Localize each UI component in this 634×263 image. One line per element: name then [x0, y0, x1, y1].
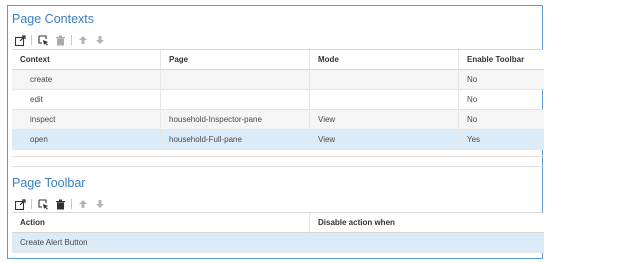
move-down-icon[interactable]: [94, 34, 106, 46]
mode-cell: [310, 70, 459, 89]
toolbar-separator: [31, 35, 32, 45]
export-icon[interactable]: [14, 198, 26, 210]
page-cell: household-Full-pane: [161, 130, 310, 149]
page-cell: [161, 70, 310, 89]
column-header-mode[interactable]: Mode: [310, 50, 459, 69]
column-header-action[interactable]: Action: [12, 213, 310, 232]
select-icon[interactable]: [37, 34, 49, 46]
disable-when-cell: [310, 233, 544, 252]
contexts-toolbar: [14, 34, 111, 46]
enable-toolbar-cell: Yes: [467, 135, 481, 144]
enable-toolbar-cell: No: [467, 95, 478, 104]
context-cell: open: [12, 130, 161, 149]
enable-toolbar-cell: No: [467, 115, 478, 124]
export-icon[interactable]: [14, 34, 26, 46]
select-icon[interactable]: [37, 198, 49, 210]
contexts-table: Context Page Mode Enable Toolbar create …: [12, 49, 544, 150]
delete-icon[interactable]: [54, 198, 66, 210]
column-header-disable-action-when[interactable]: Disable action when: [310, 213, 544, 232]
table-header-row: Context Page Mode Enable Toolbar: [12, 50, 544, 70]
toolbar-separator: [71, 35, 72, 45]
column-header-context[interactable]: Context: [12, 50, 161, 69]
mode-cell: View: [310, 110, 459, 129]
table-row-selected[interactable]: Create Alert Button: [12, 233, 544, 253]
page-cell: household-Inspector-pane: [161, 110, 310, 129]
context-cell: inspect: [12, 110, 161, 129]
column-header-enable-toolbar[interactable]: Enable Toolbar: [459, 50, 544, 69]
move-up-icon[interactable]: [77, 34, 89, 46]
section-divider: [12, 166, 544, 167]
mode-cell: [310, 90, 459, 109]
context-cell: edit: [12, 90, 161, 109]
move-up-icon[interactable]: [77, 198, 89, 210]
page-toolbar-title: Page Toolbar: [12, 176, 86, 190]
enable-toolbar-cell: No: [467, 75, 478, 84]
page-toolbar-toolbar: [14, 198, 111, 210]
page-contexts-title: Page Contexts: [12, 12, 94, 26]
page-toolbar-table: Action Disable action when Create Alert …: [12, 212, 544, 253]
section-divider: [12, 156, 544, 157]
delete-icon[interactable]: [54, 34, 66, 46]
table-row[interactable]: inspect household-Inspector-pane View No: [12, 110, 544, 130]
toolbar-separator: [71, 199, 72, 209]
toolbar-separator: [31, 199, 32, 209]
table-header-row: Action Disable action when: [12, 213, 544, 233]
table-row[interactable]: edit No: [12, 90, 544, 110]
action-cell: Create Alert Button: [12, 233, 310, 252]
table-row-selected[interactable]: open household-Full-pane View Yes: [12, 130, 544, 150]
page-config-panel: Page Contexts Context Page Mode Enable T…: [7, 5, 544, 259]
mode-cell: View: [310, 130, 459, 149]
move-down-icon[interactable]: [94, 198, 106, 210]
table-row[interactable]: create No: [12, 70, 544, 90]
page-cell: [161, 90, 310, 109]
column-header-page[interactable]: Page: [161, 50, 310, 69]
context-cell: create: [12, 70, 161, 89]
